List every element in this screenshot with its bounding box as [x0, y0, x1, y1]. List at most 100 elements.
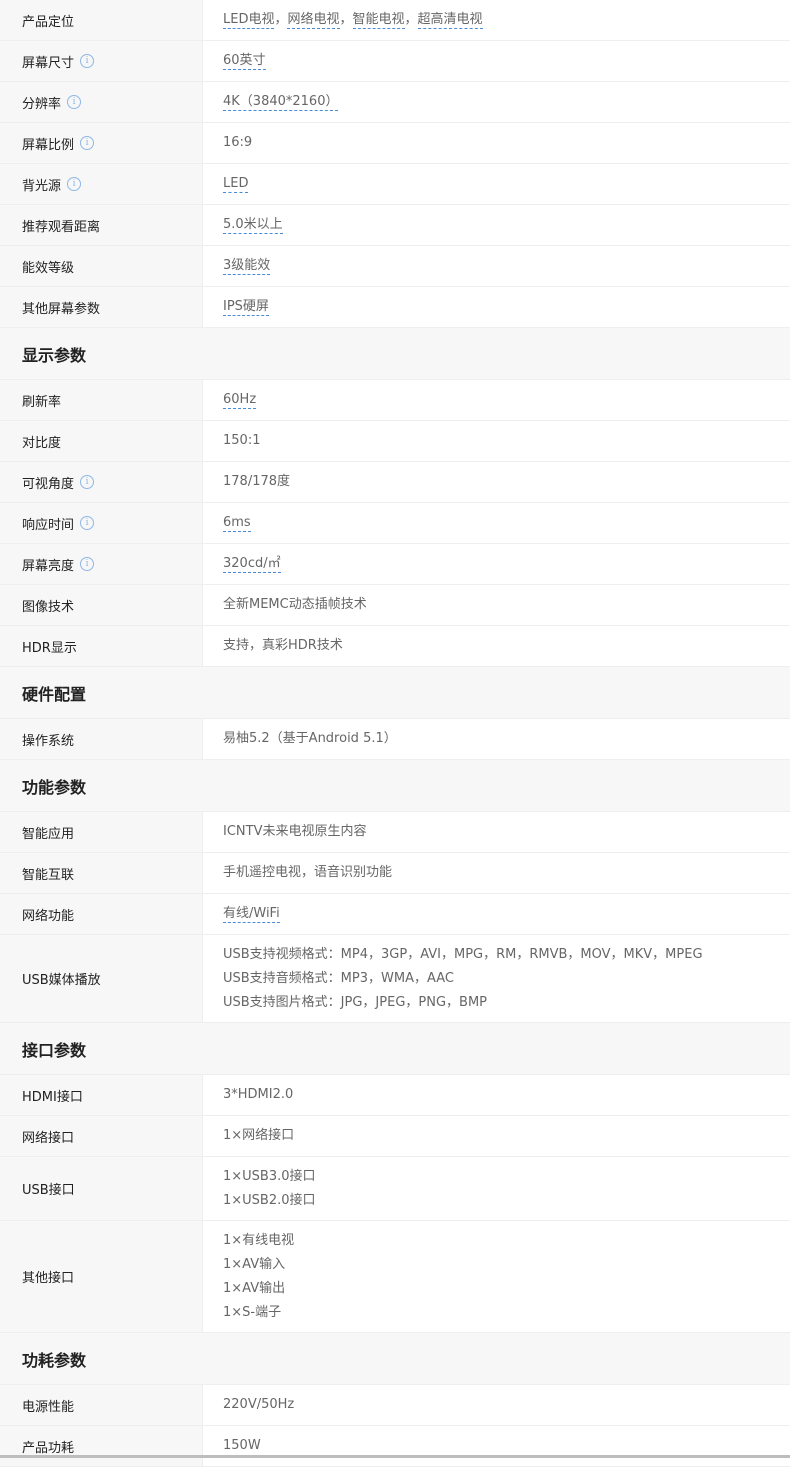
spec-label: 网络接口 — [0, 1116, 203, 1156]
spec-value-link[interactable]: LED — [223, 176, 249, 193]
separator: ， — [274, 12, 288, 27]
spec-value: 易柚5.2（基于Android 5.1） — [203, 719, 790, 759]
spec-label: 图像技术 — [0, 585, 203, 625]
spec-label: 产品定位 — [0, 0, 203, 40]
spec-value-text: 1×网络接口 — [223, 1128, 295, 1143]
spec-value-link[interactable]: IPS硬屏 — [223, 299, 269, 316]
spec-value-link[interactable]: 5.0米以上 — [223, 217, 283, 234]
spec-value-text: 手机遥控电视，语音识别功能 — [223, 865, 393, 880]
info-icon[interactable]: i — [80, 557, 95, 571]
spec-value-text: 1×AV输出 — [223, 1280, 286, 1296]
spec-row: 屏幕比例 i 16:9 — [0, 123, 790, 164]
spec-value-line: ICNTV未来电视原生内容 — [223, 820, 790, 844]
section-header: 功能参数 — [0, 760, 790, 812]
spec-value-line: 1×S-端子 — [223, 1301, 790, 1325]
spec-value: 6ms — [203, 503, 790, 543]
spec-row: HDMI接口 3*HDMI2.0 — [0, 1075, 790, 1116]
spec-label: HDR显示 — [0, 626, 203, 666]
spec-label-text: 图像技术 — [22, 599, 75, 615]
spec-label: 电源性能 — [0, 1385, 203, 1425]
spec-value-link[interactable]: 有线/WiFi — [223, 906, 280, 923]
info-icon[interactable]: i — [67, 177, 82, 191]
spec-label: 智能应用 — [0, 812, 203, 852]
info-icon[interactable]: i — [80, 516, 95, 530]
spec-label: 对比度 — [0, 421, 203, 461]
spec-value-line: LED电视，网络电视，智能电视，超高清电视 — [223, 8, 790, 32]
spec-value: 全新MEMC动态插帧技术 — [203, 585, 790, 625]
spec-label: 分辨率 i — [0, 82, 203, 122]
spec-label: 操作系统 — [0, 719, 203, 759]
spec-row: 产品定位 LED电视，网络电视，智能电视，超高清电视 — [0, 0, 790, 41]
info-icon[interactable]: i — [80, 475, 95, 489]
spec-value-line: USB支持音频格式：MP3，WMA，AAC — [223, 967, 790, 991]
spec-value-text: 全新MEMC动态插帧技术 — [223, 597, 367, 612]
spec-label: 其他接口 — [0, 1221, 203, 1332]
spec-row: 推荐观看距离 5.0米以上 — [0, 205, 790, 246]
spec-value: 60Hz — [203, 380, 790, 420]
spec-value-text: USB支持音频格式：MP3，WMA，AAC — [223, 970, 454, 986]
spec-value-link[interactable]: 4K（3840*2160） — [223, 94, 339, 111]
spec-label-text: 能效等级 — [22, 260, 75, 276]
spec-row: 图像技术 全新MEMC动态插帧技术 — [0, 585, 790, 626]
spec-value-line: 16:9 — [223, 131, 790, 155]
spec-value: 3*HDMI2.0 — [203, 1075, 790, 1115]
spec-label-text: 其他屏幕参数 — [22, 301, 101, 317]
info-icon[interactable]: i — [80, 136, 95, 150]
spec-row: 背光源 i LED — [0, 164, 790, 205]
spec-value-text: 150W — [223, 1438, 261, 1453]
spec-value-link[interactable]: 60Hz — [223, 392, 257, 409]
spec-value-text: 150:1 — [223, 433, 261, 448]
spec-value-line: 3*HDMI2.0 — [223, 1083, 790, 1107]
spec-value-link[interactable]: LED电视 — [223, 12, 275, 29]
spec-value-line: 1×AV输出 — [223, 1277, 790, 1301]
spec-label-text: 屏幕亮度 — [22, 558, 75, 574]
spec-value-link[interactable]: 超高清电视 — [417, 12, 483, 29]
spec-label-text: 智能应用 — [22, 826, 75, 842]
spec-value-link[interactable]: 3级能效 — [223, 258, 271, 275]
spec-value-text: 1×AV输入 — [223, 1256, 286, 1272]
spec-value: 1×有线电视 1×AV输入 1×AV输出 1×S-端子 — [203, 1221, 790, 1332]
spec-value-line: USB支持视频格式：MP4，3GP，AVI，MPG，RM，RMVB，MOV，MK… — [223, 943, 790, 967]
spec-label-text: 操作系统 — [22, 733, 75, 749]
spec-value: 16:9 — [203, 123, 790, 163]
spec-value: 1×网络接口 — [203, 1116, 790, 1156]
spec-label-text: 屏幕尺寸 — [22, 55, 75, 71]
spec-value-line: 1×USB3.0接口 — [223, 1165, 790, 1189]
spec-value: 5.0米以上 — [203, 205, 790, 245]
spec-label-text: 对比度 — [22, 435, 62, 451]
spec-label-text: 智能互联 — [22, 867, 75, 883]
spec-value-line: LED — [223, 172, 790, 196]
spec-row: 响应时间 i 6ms — [0, 503, 790, 544]
spec-value-link[interactable]: 智能电视 — [352, 12, 405, 29]
info-icon[interactable]: i — [80, 54, 95, 68]
spec-label: USB接口 — [0, 1157, 203, 1220]
spec-value: LED电视，网络电视，智能电视，超高清电视 — [203, 0, 790, 40]
spec-label: 屏幕亮度 i — [0, 544, 203, 584]
spec-row: 能效等级 3级能效 — [0, 246, 790, 287]
spec-row: 操作系统 易柚5.2（基于Android 5.1） — [0, 719, 790, 760]
spec-value: LED — [203, 164, 790, 204]
spec-value-line: 1×AV输入 — [223, 1253, 790, 1277]
spec-value-line: 1×网络接口 — [223, 1124, 790, 1148]
spec-value-link[interactable]: 网络电视 — [287, 12, 340, 29]
spec-row: 可视角度 i 178/178度 — [0, 462, 790, 503]
spec-value-text: USB支持图片格式：JPG，JPEG，PNG，BMP — [223, 994, 488, 1010]
spec-value-line: 支持，真彩HDR技术 — [223, 634, 790, 658]
spec-value-link[interactable]: 6ms — [223, 515, 251, 532]
spec-row: 屏幕亮度 i 320cd/㎡ — [0, 544, 790, 585]
spec-value-text: 1×USB3.0接口 — [223, 1168, 316, 1184]
separator: ， — [404, 12, 418, 27]
info-icon[interactable]: i — [67, 95, 82, 109]
spec-label: 屏幕比例 i — [0, 123, 203, 163]
spec-value: IPS硬屏 — [203, 287, 790, 327]
spec-label-text: 电源性能 — [22, 1399, 75, 1415]
spec-value-text: 易柚5.2（基于Android 5.1） — [223, 731, 397, 746]
section-header: 功耗参数 — [0, 1333, 790, 1385]
spec-row: 智能应用 ICNTV未来电视原生内容 — [0, 812, 790, 853]
spec-value-link[interactable]: 320cd/㎡ — [223, 556, 281, 573]
spec-label: 屏幕尺寸 i — [0, 41, 203, 81]
spec-value-link[interactable]: 60英寸 — [223, 53, 266, 70]
spec-value: 1×USB3.0接口 1×USB2.0接口 — [203, 1157, 790, 1220]
spec-row: 对比度 150:1 — [0, 421, 790, 462]
spec-value: 4K（3840*2160） — [203, 82, 790, 122]
